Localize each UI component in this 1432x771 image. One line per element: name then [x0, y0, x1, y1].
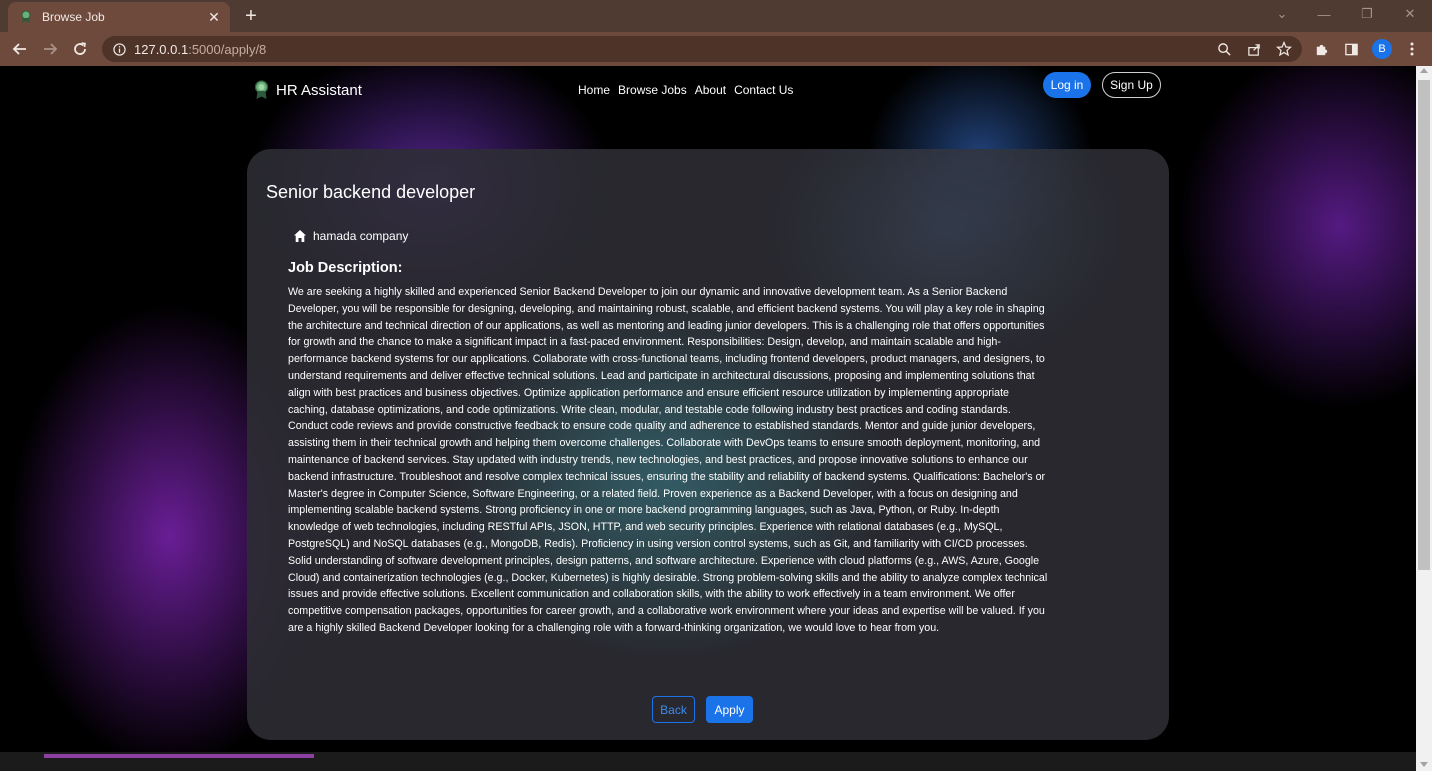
vertical-scrollbar[interactable]	[1416, 66, 1432, 771]
page-viewport: HR Assistant Home Browse Jobs About Cont…	[0, 66, 1416, 771]
horizontal-scrollbar[interactable]	[0, 752, 1416, 771]
job-card: Senior backend developer hamada company …	[247, 149, 1169, 740]
address-bar[interactable]: 127.0.0.1:5000/apply/8	[102, 36, 1302, 62]
site-info-icon[interactable]	[112, 42, 126, 56]
url-text: 127.0.0.1:5000/apply/8	[134, 42, 266, 57]
url-path: :5000/apply/8	[188, 41, 267, 57]
apply-button[interactable]: Apply	[706, 696, 753, 723]
browser-tabbar: Browse Job ✕ + ⌄ — ❐ ✕	[0, 0, 1432, 32]
main-nav: Home Browse Jobs About Contact Us	[578, 83, 801, 97]
kebab-menu-icon[interactable]	[1402, 39, 1422, 59]
tab-search-chevron-icon[interactable]: ⌄	[1270, 4, 1294, 24]
signup-button[interactable]: Sign Up	[1102, 72, 1161, 98]
back-arrow-icon[interactable]	[9, 38, 31, 60]
bookmark-star-icon[interactable]	[1274, 39, 1294, 59]
back-button[interactable]: Back	[652, 696, 695, 723]
profile-avatar[interactable]: B	[1372, 39, 1392, 59]
nav-contact-us[interactable]: Contact Us	[734, 83, 793, 97]
nav-browse-jobs[interactable]: Browse Jobs	[618, 83, 687, 97]
award-favicon-icon	[18, 9, 34, 25]
side-panel-icon[interactable]	[1341, 39, 1361, 59]
vertical-scroll-thumb[interactable]	[1418, 80, 1430, 570]
award-logo-icon	[254, 80, 269, 99]
browser-toolbar: 127.0.0.1:5000/apply/8	[0, 32, 1432, 66]
forward-arrow-icon[interactable]	[39, 38, 61, 60]
window-close-icon[interactable]: ✕	[1398, 4, 1422, 24]
company-row: hamada company	[293, 229, 408, 243]
zoom-icon[interactable]	[1214, 39, 1234, 59]
new-tab-icon[interactable]: +	[240, 5, 262, 27]
share-icon[interactable]	[1244, 39, 1264, 59]
brand-name: HR Assistant	[276, 81, 362, 99]
job-title: Senior backend developer	[266, 182, 476, 202]
home-icon	[294, 230, 306, 242]
restore-icon[interactable]: ❐	[1355, 4, 1379, 24]
browser-tab[interactable]: Browse Job ✕	[8, 2, 230, 32]
horizontal-scroll-thumb[interactable]	[44, 754, 314, 758]
tab-title: Browse Job	[42, 10, 105, 24]
login-button[interactable]: Log in	[1043, 72, 1091, 98]
job-description: We are seeking a highly skilled and expe…	[288, 286, 1048, 634]
company-name: hamada company	[313, 229, 409, 243]
site-brand[interactable]: HR Assistant	[253, 80, 362, 100]
nav-home[interactable]: Home	[578, 83, 610, 97]
minimize-icon[interactable]: —	[1312, 4, 1336, 24]
nav-about[interactable]: About	[695, 83, 726, 97]
url-host: 127.0.0.1	[134, 41, 189, 57]
reload-icon[interactable]	[69, 38, 91, 60]
scroll-up-arrow-icon[interactable]	[1420, 68, 1428, 73]
description-heading: Job Description:	[288, 260, 403, 276]
scroll-down-arrow-icon[interactable]	[1420, 762, 1428, 767]
extensions-puzzle-icon[interactable]	[1311, 39, 1331, 59]
close-tab-icon[interactable]: ✕	[206, 9, 222, 25]
